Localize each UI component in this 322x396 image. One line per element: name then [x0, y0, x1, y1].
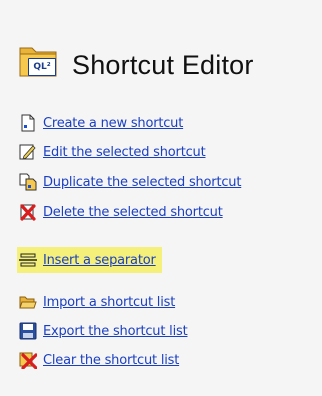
duplicate-icon	[19, 173, 37, 191]
delete-shortcut-link[interactable]: Delete the selected shortcut	[17, 200, 229, 224]
save-floppy-icon	[19, 322, 37, 340]
clear-shortcut-list-label: Clear the shortcut list	[43, 352, 180, 368]
editor-header: QL² Shortcut Editor	[18, 38, 254, 81]
import-shortcut-list-label: Import a shortcut list	[43, 294, 176, 310]
duplicate-shortcut-label: Duplicate the selected shortcut	[43, 174, 242, 190]
insert-separator-link[interactable]: Insert a separator	[17, 247, 162, 273]
separator-icon	[19, 251, 37, 269]
page-title: Shortcut Editor	[72, 50, 254, 80]
duplicate-shortcut-link[interactable]: Duplicate the selected shortcut	[17, 170, 247, 194]
import-shortcut-list-link[interactable]: Import a shortcut list	[17, 290, 181, 314]
open-folder-icon	[19, 293, 37, 311]
delete-shortcut-label: Delete the selected shortcut	[43, 204, 223, 220]
create-shortcut-link[interactable]: Create a new shortcut	[17, 111, 189, 135]
create-shortcut-label: Create a new shortcut	[43, 115, 184, 131]
ql2-badge: QL²	[28, 57, 56, 76]
pencil-edit-icon	[19, 143, 37, 161]
export-shortcut-list-link[interactable]: Export the shortcut list	[17, 319, 193, 343]
edit-shortcut-link[interactable]: Edit the selected shortcut	[17, 140, 211, 164]
clear-list-icon	[19, 351, 37, 369]
edit-shortcut-label: Edit the selected shortcut	[43, 144, 206, 160]
delete-x-icon	[19, 203, 37, 221]
new-document-icon	[19, 114, 37, 132]
ql2-folder-icon: QL²	[18, 40, 62, 80]
clear-shortcut-list-link[interactable]: Clear the shortcut list	[17, 348, 185, 372]
insert-separator-label: Insert a separator	[43, 252, 156, 268]
export-shortcut-list-label: Export the shortcut list	[43, 323, 188, 339]
